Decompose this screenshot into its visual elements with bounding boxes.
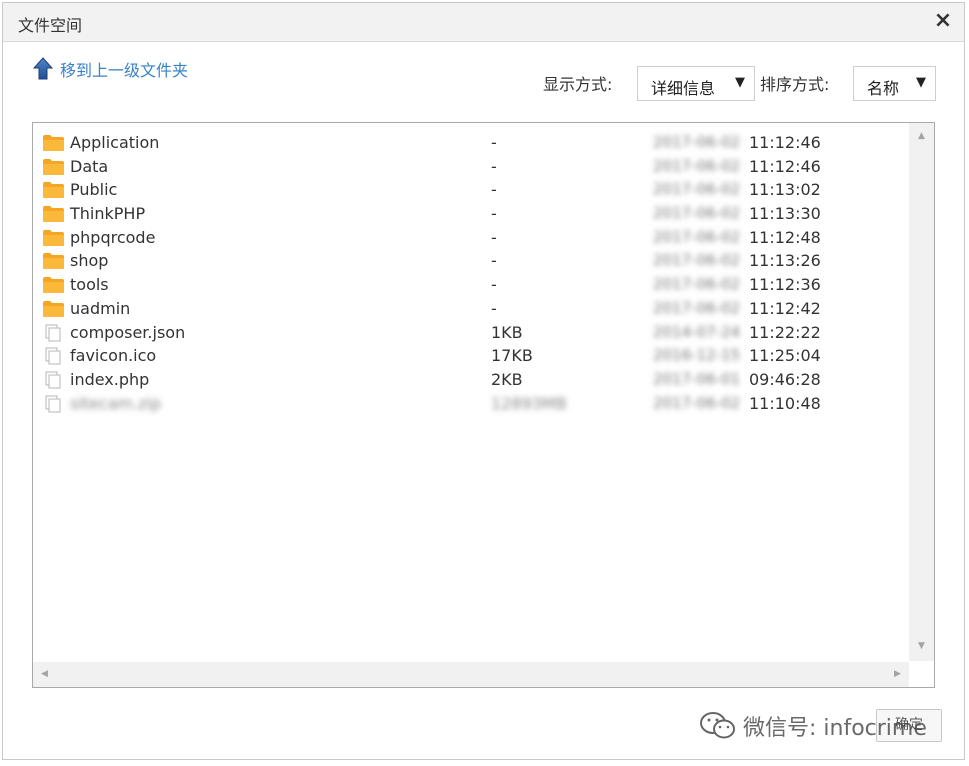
file-date: 2017-06-01 [653,369,741,388]
file-time: 11:12:42 [749,298,821,318]
file-time: 11:10:48 [749,393,821,413]
file-name: favicon.ico [70,346,157,366]
file-space-dialog: 文件空间 × 移到上一级文件夹 显示方式: 详细信息 ▼ 排序方式: 名称 ▼ … [2,2,965,760]
file-row[interactable]: Application - 2017-06-02 11:12:46 [33,131,907,155]
file-name: sitecam.zip [70,393,162,413]
sort-mode-value: 名称 [867,79,900,98]
file-size: - [491,251,497,271]
file-row[interactable]: uadmin - 2017-06-02 11:12:42 [33,297,907,321]
dialog-title: 文件空间 [18,16,83,35]
file-time: 11:13:26 [749,251,821,271]
file-row[interactable]: sitecam.zip 12893MB 2017-06-02 11:10:48 [33,392,907,416]
file-size: 1KB [491,322,523,342]
file-name: Data [70,156,109,176]
file-size: - [491,275,497,295]
scroll-up-arrow[interactable]: ▲ [918,131,925,141]
file-date: 2016-12-15 [653,346,741,365]
file-size: 2KB [491,369,523,389]
horizontal-scrollbar[interactable]: ◀ ▶ [33,662,909,687]
file-name: phpqrcode [70,227,156,247]
file-row[interactable]: favicon.ico 17KB 2016-12-15 11:25:04 [33,344,907,368]
file-time: 09:46:28 [749,369,821,389]
file-size: - [491,204,497,224]
file-date: 2017-06-02 [653,156,741,175]
file-date: 2014-07-24 [653,322,741,341]
file-size: - [491,156,497,176]
file-name: tools [70,275,109,295]
file-date: 2017-06-02 [653,180,741,199]
wechat-icon [700,712,735,739]
file-name: ThinkPHP [70,204,146,224]
file-row[interactable]: Data - 2017-06-02 11:12:46 [33,155,907,179]
sort-mode-select[interactable]: 名称 ▼ [853,66,936,101]
file-time: 11:12:46 [749,156,821,176]
file-name: uadmin [70,298,131,318]
folder-icon [42,205,65,223]
file-row[interactable]: composer.json 1KB 2014-07-24 11:22:22 [33,321,907,345]
file-icon [42,395,65,413]
view-mode-value: 详细信息 [651,79,716,98]
file-date: 2017-06-02 [653,298,741,317]
close-button[interactable]: × [932,9,954,33]
file-size: 17KB [491,346,533,366]
file-row[interactable]: Public - 2017-06-02 11:13:02 [33,178,907,202]
folder-icon [42,252,65,270]
file-name: shop [70,251,109,271]
file-time: 11:12:48 [749,227,821,247]
up-folder-label: 移到上一级文件夹 [60,61,189,80]
file-row[interactable]: tools - 2017-06-02 11:12:36 [33,273,907,297]
file-date: 2017-06-02 [653,133,741,151]
file-time: 11:22:22 [749,322,821,342]
file-date: 2017-06-02 [653,204,741,223]
file-icon [42,324,65,342]
file-time: 11:13:02 [749,180,821,200]
vertical-scrollbar[interactable]: ▲ ▼ [909,123,934,661]
watermark: 微信号: infocrime [699,710,927,742]
up-folder-link[interactable]: 移到上一级文件夹 [33,57,188,81]
folder-icon [42,300,65,318]
file-time: 11:12:36 [749,275,821,295]
file-time: 11:25:04 [749,346,821,366]
view-mode-label: 显示方式: [543,75,613,94]
file-row[interactable]: ThinkPHP - 2017-06-02 11:13:30 [33,202,907,226]
file-name: composer.json [70,322,186,342]
file-row[interactable]: phpqrcode - 2017-06-02 11:12:48 [33,226,907,250]
folder-icon [42,181,65,199]
dialog-titlebar: 文件空间 × [3,3,964,42]
folder-icon [42,134,65,152]
file-name: index.php [70,369,150,389]
scroll-right-arrow[interactable]: ▶ [894,669,901,679]
file-list: Application - 2017-06-02 11:12:46 Data - 2017-… [32,122,935,688]
folder-icon [42,276,65,294]
file-row[interactable]: shop - 2017-06-02 11:13:26 [33,249,907,273]
file-date: 2017-06-02 [653,275,741,294]
view-mode-select[interactable]: 详细信息 ▼ [637,66,755,101]
file-name: Application [70,133,160,152]
file-time: 11:13:30 [749,204,821,224]
file-date: 2017-06-02 [653,251,741,270]
up-arrow-icon [33,57,53,80]
file-row[interactable]: index.php 2KB 2017-06-01 09:46:28 [33,368,907,392]
file-icon [42,371,65,389]
file-name: Public [70,180,118,200]
file-size: 12893MB [491,393,567,413]
file-rows: Application - 2017-06-02 11:12:46 Data - 2017-… [33,131,907,415]
scroll-down-arrow[interactable]: ▼ [918,641,925,651]
folder-icon [42,229,65,247]
file-size: - [491,298,497,318]
file-size: - [491,133,497,152]
file-date: 2017-06-02 [653,393,741,412]
file-date: 2017-06-02 [653,227,741,246]
sort-mode-label: 排序方式: [760,75,830,94]
file-size: - [491,180,497,200]
file-time: 11:12:46 [749,133,821,152]
chevron-down-icon: ▼ [916,75,926,90]
file-size: - [491,227,497,247]
watermark-text: 微信号: infocrime [743,716,927,741]
chevron-down-icon: ▼ [735,75,745,90]
folder-icon [42,158,65,176]
file-icon [42,347,65,365]
scroll-left-arrow[interactable]: ◀ [41,669,48,679]
scrollbar-corner [909,662,934,687]
